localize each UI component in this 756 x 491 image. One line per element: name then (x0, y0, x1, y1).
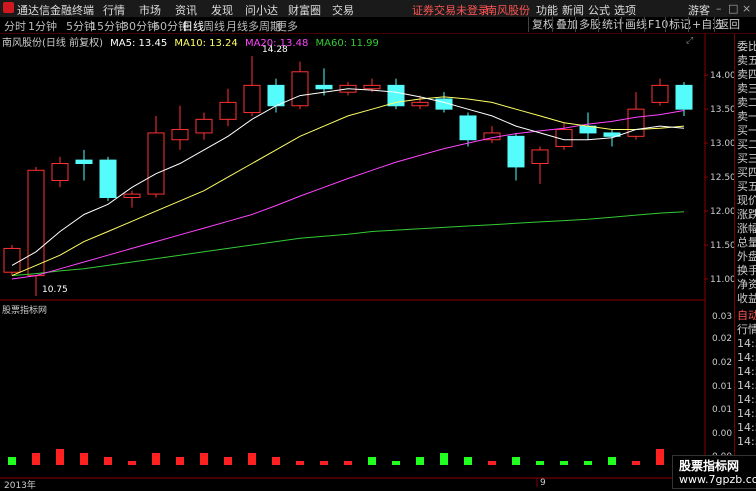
ind-tick: 0.00 (712, 429, 733, 439)
trade-time: 14:5 (737, 421, 756, 434)
indicator-bar (584, 461, 592, 465)
trade-time: 14:5 (737, 435, 756, 448)
candle-body (243, 84, 261, 114)
y-tick-label: 11.00 (710, 275, 734, 285)
low-annotation: 10.75 (42, 285, 68, 295)
ind-tick: 0.01 (712, 405, 733, 415)
candle-body (171, 129, 189, 141)
candle-body (267, 84, 285, 107)
trade-time: 14:5 (737, 337, 756, 350)
candle-body (507, 135, 525, 168)
indicator-bar (464, 457, 472, 465)
trade-time: 14:5 (737, 379, 756, 392)
indicator-bar (392, 461, 400, 465)
watermark-title: 股票指标网 (679, 459, 740, 473)
indicator-bar (224, 457, 232, 465)
candle-body (195, 118, 213, 134)
indicator-bar (200, 453, 208, 465)
trade-time: 14:5 (737, 351, 756, 364)
indicator-bar (104, 457, 112, 465)
indicator-bar (152, 453, 160, 465)
indicator-bar (560, 461, 568, 465)
candle-body (51, 163, 69, 181)
candle-body (531, 149, 549, 165)
candle-body (27, 169, 45, 277)
trade-time: 14:5 (737, 407, 756, 420)
candle-body (627, 108, 645, 137)
indicator-bar (176, 457, 184, 465)
close-icon[interactable]: × (742, 2, 751, 15)
indicator-bar (608, 457, 616, 465)
y-tick-label: 13.50 (710, 105, 734, 115)
candle-body (411, 101, 429, 107)
candle-body (147, 132, 165, 195)
candle-body (219, 101, 237, 120)
candle-body (651, 84, 669, 103)
ind-tick: 0.02 (712, 358, 733, 368)
y-tick-label: 12.00 (710, 207, 734, 217)
ma60-line (11, 211, 685, 277)
order-book-label: 收益 (737, 292, 756, 305)
indicator-bar (416, 457, 424, 465)
indicator-bar (512, 457, 520, 465)
candle-body (675, 84, 693, 110)
indicator-bar (248, 453, 256, 465)
indicator-bar (56, 449, 64, 465)
candle-body (315, 84, 333, 90)
y-tick-label: 11.50 (710, 241, 734, 251)
watermark-url: www.7gpzb.com (679, 473, 756, 486)
indicator-bar (8, 457, 16, 465)
ind-tick: 0.03 (712, 312, 733, 322)
high-annotation: 14.28 (262, 45, 288, 55)
indicator-bar (296, 461, 304, 465)
quote-label: 行情 (737, 323, 756, 336)
indicator-bar (344, 461, 352, 465)
indicator-bar (320, 461, 328, 465)
indicator-bar (368, 457, 376, 465)
expand-icon[interactable]: ⤢ (686, 36, 693, 46)
trade-time: 14:5 (737, 365, 756, 378)
y-tick-label: 13.00 (710, 139, 734, 149)
candlestick-chart[interactable]: 14.00 13.50 13.00 12.50 12.00 11.50 11.00 (0, 0, 734, 487)
y-tick-label: 12.50 (710, 173, 734, 183)
indicator-bar (656, 449, 664, 465)
ind-tick: 0.01 (712, 382, 733, 392)
indicator-bar (488, 461, 496, 465)
x-year-label: 2013年 (4, 481, 36, 491)
indicator-bar (272, 457, 280, 465)
ind-tick: 0.02 (712, 334, 733, 344)
candle-body (3, 247, 21, 273)
candle-body (75, 159, 93, 165)
candle-body (123, 193, 141, 198)
indicator-title: 股票指标网 (2, 306, 48, 316)
candle-body (459, 115, 477, 141)
candle-body (363, 84, 381, 90)
indicator-bar (80, 453, 88, 465)
indicator-bar (128, 461, 136, 465)
indicator-bar (440, 453, 448, 465)
trade-time: 14:5 (737, 393, 756, 406)
candle-body (291, 71, 309, 107)
watermark: 股票指标网 www.7gpzb.com (672, 455, 756, 489)
candle-body (99, 159, 117, 198)
quote-panel: 委比 卖五 卖四 卖三 卖二 卖一 买一 买二 买三 买四 买五 现价 涨跌 涨… (734, 34, 756, 487)
y-tick-label: 14.00 (710, 71, 734, 81)
indicator-bar (32, 453, 40, 465)
indicator-bar (536, 461, 544, 465)
indicator-bar (632, 461, 640, 465)
